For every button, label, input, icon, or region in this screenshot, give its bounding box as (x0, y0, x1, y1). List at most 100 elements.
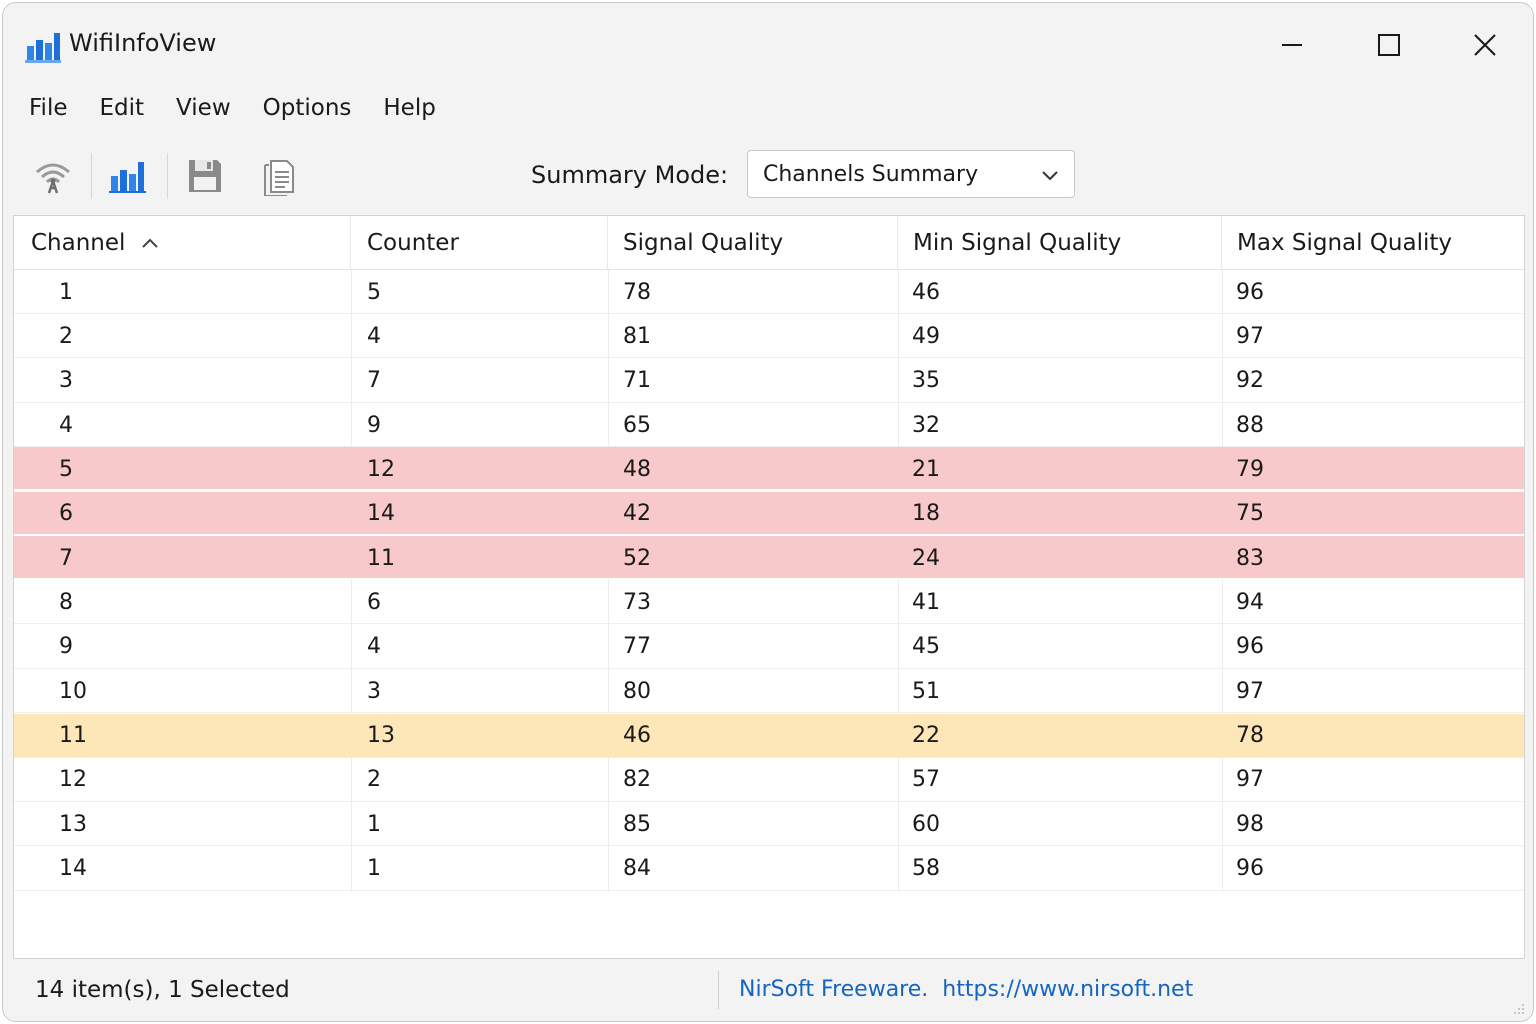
save-icon (189, 160, 221, 192)
menu-view[interactable]: View (160, 87, 247, 131)
table-row[interactable]: 14 1 84 58 96 (14, 847, 1524, 891)
table-row[interactable]: 2 4 81 49 97 (14, 314, 1524, 359)
cell-signal-quality: 78 (623, 279, 651, 305)
cell-channel: 9 (59, 634, 73, 660)
chevron-down-icon (1042, 171, 1058, 181)
cell-min-signal-quality: 49 (912, 323, 940, 349)
cell-min-signal-quality: 35 (912, 368, 940, 394)
toolbar-chart-button[interactable] (103, 153, 151, 199)
cell-counter: 1 (367, 811, 381, 837)
column-header-label: Signal Quality (623, 230, 784, 256)
cell-min-signal-quality: 18 (912, 501, 940, 527)
cell-channel: 3 (59, 368, 73, 394)
sort-ascending-icon (141, 236, 159, 250)
cell-max-signal-quality: 96 (1236, 856, 1264, 882)
cell-channel: 6 (59, 501, 73, 527)
summary-mode-label: Summary Mode: (531, 161, 729, 189)
table-row[interactable]: 6 14 42 18 75 (14, 491, 1524, 536)
nirsoft-url-link[interactable]: https://www.nirsoft.net (942, 977, 1193, 1002)
table-row[interactable]: 12 2 82 57 97 (14, 758, 1524, 802)
cell-counter: 11 (367, 545, 395, 571)
cell-min-signal-quality: 21 (912, 456, 940, 482)
cell-channel: 5 (59, 456, 73, 482)
cell-signal-quality: 71 (623, 368, 651, 394)
table-header: Channel Counter Signal Quality Min Signa… (14, 216, 1524, 270)
cell-max-signal-quality: 94 (1236, 589, 1264, 615)
cell-min-signal-quality: 45 (912, 634, 940, 660)
resize-grip-icon[interactable] (1511, 1001, 1525, 1015)
toolbar-separator (167, 153, 168, 199)
cell-channel: 4 (59, 412, 73, 438)
cell-max-signal-quality: 96 (1236, 634, 1264, 660)
cell-max-signal-quality: 78 (1236, 723, 1264, 748)
cell-counter: 5 (367, 279, 381, 305)
close-icon (1474, 34, 1496, 56)
status-bar: 14 item(s), 1 Selected NirSoft Freeware.… (3, 961, 1533, 1021)
toolbar-wifi-button[interactable] (29, 153, 77, 199)
table-row[interactable]: 5 12 48 21 79 (14, 447, 1524, 492)
table-row[interactable]: 13 1 85 60 98 (14, 802, 1524, 847)
maximize-button[interactable] (1359, 23, 1419, 67)
toolbar-report-button[interactable] (255, 153, 303, 199)
menu-options[interactable]: Options (247, 87, 368, 131)
cell-min-signal-quality: 46 (912, 279, 940, 305)
cell-min-signal-quality: 60 (912, 811, 940, 837)
cell-min-signal-quality: 57 (912, 767, 940, 793)
cell-counter: 14 (367, 501, 395, 527)
minimize-button[interactable] (1262, 23, 1322, 67)
menu-help[interactable]: Help (367, 87, 451, 131)
cell-signal-quality: 48 (623, 456, 651, 482)
wifi-antenna-icon (36, 163, 70, 194)
app-logo-icon (25, 33, 61, 63)
cell-counter: 2 (367, 767, 381, 793)
table-row[interactable]: 11 13 46 22 78 (14, 713, 1524, 758)
freeware-text[interactable]: NirSoft Freeware. (739, 977, 928, 1002)
cell-counter: 1 (367, 856, 381, 882)
cell-signal-quality: 80 (623, 678, 651, 704)
cell-signal-quality: 52 (623, 545, 651, 571)
cell-max-signal-quality: 96 (1236, 279, 1264, 305)
cell-counter: 12 (367, 456, 395, 482)
table-row[interactable]: 8 6 73 41 94 (14, 580, 1524, 625)
toolbar-separator (91, 153, 92, 199)
cell-counter: 13 (367, 723, 395, 748)
minimize-icon (1282, 44, 1302, 46)
column-header-label: Counter (367, 230, 459, 256)
table-row[interactable]: 7 11 52 24 83 (14, 536, 1524, 581)
cell-max-signal-quality: 88 (1236, 412, 1264, 438)
column-header-min-signal-quality[interactable]: Min Signal Quality (898, 216, 1222, 270)
cell-channel: 12 (59, 767, 87, 793)
cell-min-signal-quality: 24 (912, 545, 940, 571)
column-header-signal-quality[interactable]: Signal Quality (608, 216, 898, 270)
menu-edit[interactable]: Edit (84, 87, 161, 131)
cell-channel: 10 (59, 678, 87, 704)
close-button[interactable] (1455, 23, 1515, 67)
cell-signal-quality: 65 (623, 412, 651, 438)
status-nirsoft-link[interactable]: NirSoft Freeware. https://www.nirsoft.ne… (739, 977, 1193, 1002)
summary-mode-value: Channels Summary (763, 161, 979, 187)
cell-channel: 2 (59, 323, 73, 349)
cell-min-signal-quality: 58 (912, 856, 940, 882)
table-row[interactable]: 10 3 80 51 97 (14, 669, 1524, 714)
table-row[interactable]: 3 7 71 35 92 (14, 359, 1524, 403)
table-row[interactable]: 1 5 78 46 96 (14, 270, 1524, 314)
cell-channel: 13 (59, 811, 87, 837)
cell-channel: 14 (59, 856, 87, 882)
column-header-max-signal-quality[interactable]: Max Signal Quality (1222, 216, 1524, 270)
column-header-label: Min Signal Quality (913, 230, 1122, 256)
toolbar-save-button[interactable] (181, 153, 229, 199)
cell-signal-quality: 46 (623, 723, 651, 748)
menu-file[interactable]: File (13, 87, 84, 131)
column-header-label: Max Signal Quality (1237, 230, 1453, 256)
summary-mode-dropdown[interactable]: Channels Summary (747, 150, 1075, 198)
table-row[interactable]: 9 4 77 45 96 (14, 625, 1524, 669)
cell-signal-quality: 73 (623, 589, 651, 615)
cell-channel: 1 (59, 279, 73, 305)
window-title: WifiInfoView (69, 29, 217, 57)
column-header-counter[interactable]: Counter (351, 216, 608, 270)
cell-max-signal-quality: 75 (1236, 501, 1264, 527)
column-header-channel[interactable]: Channel (14, 216, 351, 270)
cell-counter: 7 (367, 368, 381, 394)
cell-counter: 6 (367, 589, 381, 615)
table-row[interactable]: 4 9 65 32 88 (14, 403, 1524, 448)
